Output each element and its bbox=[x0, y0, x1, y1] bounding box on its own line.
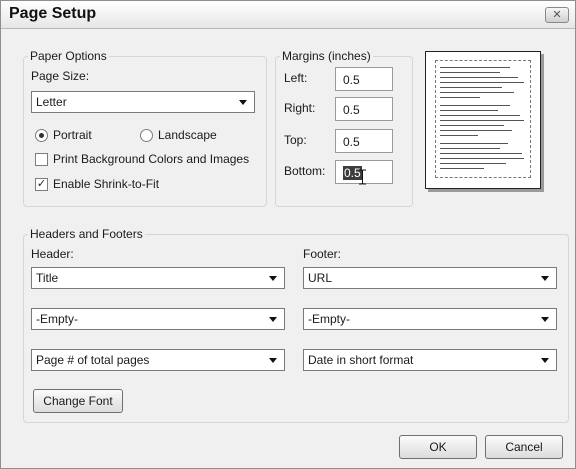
margin-left-value: 0.5 bbox=[343, 73, 360, 87]
page-setup-dialog: Page Setup ✕ Paper Options Page Size: Le… bbox=[0, 0, 576, 469]
title-bar: Page Setup ✕ bbox=[1, 1, 575, 29]
preview-line bbox=[440, 153, 522, 154]
page-preview bbox=[425, 51, 541, 189]
checkmark-icon: ✓ bbox=[36, 178, 47, 190]
preview-line bbox=[440, 168, 484, 169]
chevron-down-icon bbox=[269, 276, 277, 281]
chevron-down-icon bbox=[269, 358, 277, 363]
margin-left-input[interactable]: 0.5 bbox=[335, 67, 393, 91]
margin-top-value: 0.5 bbox=[343, 135, 360, 149]
margin-top-input[interactable]: 0.5 bbox=[335, 129, 393, 153]
preview-margin-outline bbox=[435, 60, 531, 178]
header-label: Header: bbox=[31, 247, 74, 261]
preview-line bbox=[440, 110, 498, 111]
ibeam-cursor-icon bbox=[359, 169, 366, 185]
margins-legend: Margins (inches) bbox=[282, 49, 371, 63]
margin-right-value: 0.5 bbox=[343, 103, 360, 117]
chevron-down-icon bbox=[269, 317, 277, 322]
preview-line bbox=[440, 105, 510, 106]
preview-line bbox=[440, 97, 480, 98]
print-background-label: Print Background Colors and Images bbox=[53, 152, 250, 166]
portrait-radio[interactable] bbox=[35, 129, 48, 142]
margin-right-input[interactable]: 0.5 bbox=[335, 97, 393, 121]
portrait-label: Portrait bbox=[53, 128, 92, 142]
header-select-3[interactable]: Page # of total pages bbox=[31, 349, 285, 371]
preview-line bbox=[440, 87, 502, 88]
preview-line bbox=[440, 77, 518, 78]
landscape-radio[interactable] bbox=[140, 129, 153, 142]
preview-line bbox=[440, 135, 478, 136]
footer-select-3[interactable]: Date in short format bbox=[303, 349, 557, 371]
shrink-to-fit-checkbox[interactable]: ✓ bbox=[35, 178, 48, 191]
header-select-2-value: -Empty- bbox=[36, 312, 78, 326]
footer-select-1-value: URL bbox=[308, 271, 333, 285]
chevron-down-icon bbox=[239, 100, 247, 105]
page-size-value: Letter bbox=[36, 95, 67, 109]
chevron-down-icon bbox=[541, 317, 549, 322]
shrink-to-fit-label: Enable Shrink-to-Fit bbox=[53, 177, 160, 191]
page-size-label: Page Size: bbox=[31, 69, 90, 83]
preview-line bbox=[440, 72, 500, 73]
preview-line bbox=[440, 120, 524, 121]
preview-line bbox=[440, 130, 512, 131]
print-background-checkbox[interactable] bbox=[35, 153, 48, 166]
margin-right-label: Right: bbox=[284, 101, 316, 115]
headers-footers-legend: Headers and Footers bbox=[30, 227, 143, 241]
header-select-3-value: Page # of total pages bbox=[36, 353, 150, 367]
preview-line bbox=[440, 125, 504, 126]
preview-line bbox=[440, 158, 524, 159]
footer-select-3-value: Date in short format bbox=[308, 353, 414, 367]
landscape-label: Landscape bbox=[158, 128, 217, 142]
footer-select-2[interactable]: -Empty- bbox=[303, 308, 557, 330]
chevron-down-icon bbox=[541, 358, 549, 363]
header-select-1-value: Title bbox=[36, 271, 59, 285]
preview-line bbox=[440, 143, 508, 144]
preview-line bbox=[440, 148, 500, 149]
footer-select-2-value: -Empty- bbox=[308, 312, 350, 326]
preview-line bbox=[440, 92, 514, 93]
margin-left-label: Left: bbox=[284, 71, 308, 85]
margin-bottom-label: Bottom: bbox=[284, 164, 326, 178]
footer-select-1[interactable]: URL bbox=[303, 267, 557, 289]
close-icon: ✕ bbox=[552, 9, 562, 21]
header-select-1[interactable]: Title bbox=[31, 267, 285, 289]
header-select-2[interactable]: -Empty- bbox=[31, 308, 285, 330]
margin-top-label: Top: bbox=[284, 133, 307, 147]
preview-line bbox=[440, 163, 506, 164]
paper-options-legend: Paper Options bbox=[30, 49, 107, 63]
chevron-down-icon bbox=[541, 276, 549, 281]
change-font-button[interactable]: Change Font bbox=[33, 389, 123, 413]
ok-button[interactable]: OK bbox=[399, 435, 477, 459]
close-button[interactable]: ✕ bbox=[545, 7, 569, 23]
page-size-select[interactable]: Letter bbox=[31, 91, 255, 113]
preview-line bbox=[440, 115, 520, 116]
preview-line bbox=[440, 67, 510, 68]
preview-line bbox=[440, 82, 524, 83]
dialog-title: Page Setup bbox=[9, 5, 97, 22]
cancel-button[interactable]: Cancel bbox=[485, 435, 563, 459]
footer-label: Footer: bbox=[303, 247, 342, 261]
